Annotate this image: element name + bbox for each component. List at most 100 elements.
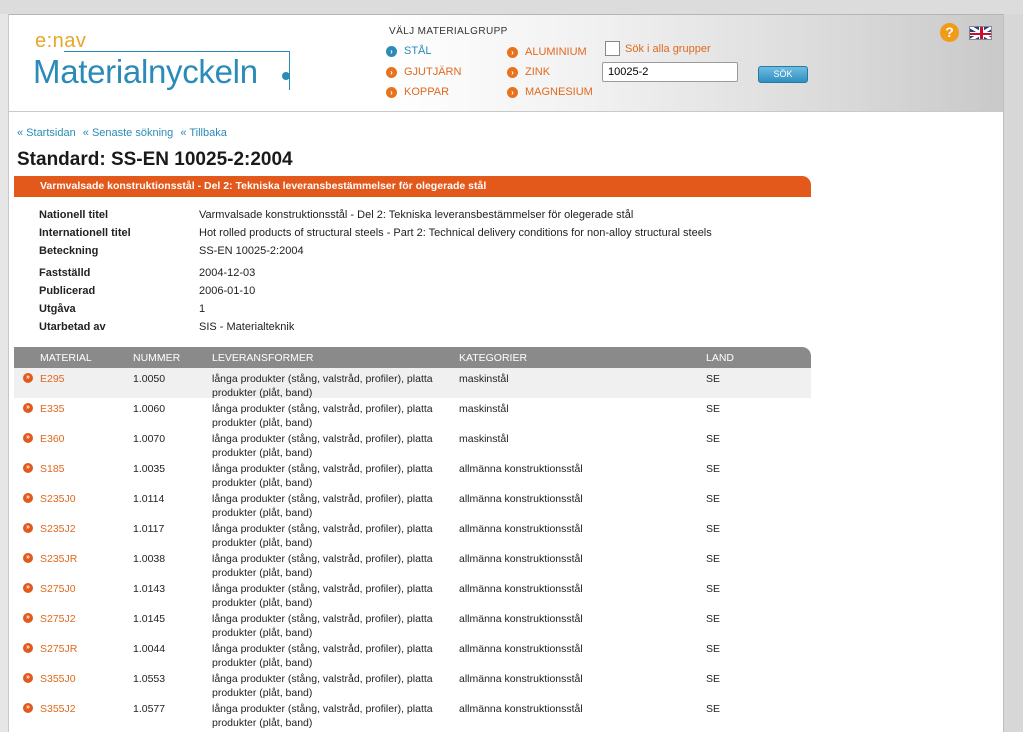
site-header: e:nav Materialnyckeln VÄLJ MATERIALGRUPP… bbox=[9, 15, 1003, 112]
group-koppar[interactable]: › KOPPAR bbox=[386, 86, 449, 98]
material-link[interactable]: E335 bbox=[40, 402, 65, 416]
col-number: NUMMER bbox=[133, 352, 181, 364]
breadcrumb-last-search[interactable]: « Senaste sökning bbox=[83, 127, 174, 139]
delivery-forms: långa produkter (stång, valstråd, profil… bbox=[212, 462, 433, 490]
delivery-forms-line1: långa produkter (stång, valstråd, profil… bbox=[212, 433, 433, 445]
delivery-forms-line2: produkter (plåt, band) bbox=[212, 717, 313, 729]
info-value: Varmvalsade konstruktionsstål - Del 2: T… bbox=[199, 209, 634, 221]
row-arrow-icon[interactable]: » bbox=[23, 373, 33, 383]
row-arrow-icon[interactable]: » bbox=[23, 433, 33, 443]
vertical-scrollbar[interactable] bbox=[1003, 14, 1023, 732]
row-arrow-icon[interactable]: » bbox=[23, 493, 33, 503]
category: maskinstål bbox=[459, 433, 509, 445]
material-number: 1.0553 bbox=[133, 673, 166, 685]
arrow-icon: › bbox=[386, 86, 397, 98]
country: SE bbox=[706, 373, 721, 385]
country: SE bbox=[706, 553, 721, 565]
table-row: » S355J0 1.0553 långa produkter (stång, val… bbox=[14, 668, 811, 699]
info-value: SIS - Materialteknik bbox=[199, 321, 295, 333]
info-value: 2004-12-03 bbox=[199, 267, 256, 279]
material-link[interactable]: S235J2 bbox=[40, 522, 76, 536]
breadcrumb-start[interactable]: « Startsidan bbox=[17, 127, 76, 139]
category: allmänna konstruktionsstål bbox=[459, 553, 583, 565]
delivery-forms-line1: långa produkter (stång, valstråd, profil… bbox=[212, 373, 433, 385]
delivery-forms-line1: långa produkter (stång, valstråd, profil… bbox=[212, 553, 433, 565]
group-label: KOPPAR bbox=[404, 86, 450, 98]
category: allmänna konstruktionsstål bbox=[459, 643, 583, 655]
search-all-groups[interactable]: Sök i alla grupper bbox=[605, 41, 711, 56]
row-arrow-icon[interactable]: » bbox=[23, 523, 33, 533]
window-left-edge bbox=[0, 14, 9, 732]
info-value: 1 bbox=[199, 303, 206, 315]
uk-flag-icon[interactable] bbox=[969, 26, 992, 40]
category: allmänna konstruktionsstål bbox=[459, 583, 583, 595]
group-magnesium[interactable]: › MAGNESIUM bbox=[507, 86, 593, 98]
search-all-checkbox[interactable] bbox=[605, 41, 620, 56]
delivery-forms: långa produkter (stång, valstråd, profil… bbox=[212, 552, 433, 580]
country: SE bbox=[706, 583, 721, 595]
delivery-forms: långa produkter (stång, valstråd, profil… bbox=[212, 702, 433, 730]
row-arrow-icon[interactable]: » bbox=[23, 673, 33, 683]
window-top-edge bbox=[0, 0, 1023, 15]
breadcrumb: « Startsidan « Senaste sökning « Tillbak… bbox=[17, 127, 231, 139]
info-label: Nationell titel bbox=[39, 209, 109, 221]
category: allmänna konstruktionsstål bbox=[459, 493, 583, 505]
delivery-forms: långa produkter (stång, valstråd, profil… bbox=[212, 432, 433, 460]
material-link[interactable]: S275JR bbox=[40, 642, 77, 656]
material-link[interactable]: S235JR bbox=[40, 552, 77, 566]
material-link[interactable]: S355J2 bbox=[40, 702, 76, 716]
delivery-forms: långa produkter (stång, valstråd, profil… bbox=[212, 402, 433, 430]
logo-materialnyckeln[interactable]: Materialnyckeln bbox=[33, 53, 258, 91]
table-row: » S235J0 1.0114 långa produkter (stång, val… bbox=[14, 488, 811, 519]
material-group-title: VÄLJ MATERIALGRUPP bbox=[389, 26, 508, 37]
group-stal[interactable]: › STÅL bbox=[386, 45, 432, 57]
category: allmänna konstruktionsstål bbox=[459, 463, 583, 475]
country: SE bbox=[706, 523, 721, 535]
group-label: STÅL bbox=[404, 45, 432, 57]
delivery-forms-line1: långa produkter (stång, valstråd, profil… bbox=[212, 613, 433, 625]
info-label: Fastställd bbox=[39, 267, 91, 279]
row-arrow-icon[interactable]: » bbox=[23, 553, 33, 563]
material-number: 1.0114 bbox=[133, 493, 165, 505]
material-link[interactable]: E295 bbox=[40, 372, 65, 386]
logo-dot bbox=[282, 72, 290, 80]
row-arrow-icon[interactable]: » bbox=[23, 613, 33, 623]
row-arrow-icon[interactable]: » bbox=[23, 583, 33, 593]
group-zink[interactable]: › ZINK bbox=[507, 66, 550, 78]
group-gjutjarn[interactable]: › GJUTJÄRN bbox=[386, 66, 461, 78]
category: allmänna konstruktionsstål bbox=[459, 703, 583, 715]
info-label: Utgåva bbox=[39, 303, 76, 315]
group-aluminium[interactable]: › ALUMINIUM bbox=[507, 46, 587, 58]
group-label: GJUTJÄRN bbox=[404, 66, 462, 78]
table-row: » S235JR 1.0038 långa produkter (stång, val… bbox=[14, 548, 811, 580]
material-link[interactable]: S185 bbox=[40, 462, 65, 476]
row-arrow-icon[interactable]: » bbox=[23, 643, 33, 653]
arrow-icon: › bbox=[386, 45, 397, 57]
help-icon[interactable]: ? bbox=[940, 23, 959, 42]
breadcrumb-back[interactable]: « Tillbaka bbox=[180, 127, 226, 139]
country: SE bbox=[706, 403, 721, 415]
delivery-forms: långa produkter (stång, valstråd, profil… bbox=[212, 642, 433, 670]
material-link[interactable]: S235J0 bbox=[40, 492, 76, 506]
table-row: » S355J2 1.0577 långa produkter (stång, val… bbox=[14, 698, 811, 730]
material-link[interactable]: S275J2 bbox=[40, 612, 76, 626]
search-input[interactable] bbox=[602, 62, 738, 82]
group-label: MAGNESIUM bbox=[525, 86, 593, 98]
category: allmänna konstruktionsstål bbox=[459, 673, 583, 685]
material-link[interactable]: E360 bbox=[40, 432, 65, 446]
col-country: LAND bbox=[706, 352, 735, 364]
search-button[interactable]: SÖK bbox=[758, 66, 808, 83]
material-number: 1.0145 bbox=[133, 613, 166, 625]
country: SE bbox=[706, 493, 721, 505]
delivery-forms-line1: långa produkter (stång, valstråd, profil… bbox=[212, 463, 433, 475]
col-material: MATERIAL bbox=[40, 352, 92, 364]
row-arrow-icon[interactable]: » bbox=[23, 703, 33, 713]
material-link[interactable]: S275J0 bbox=[40, 582, 76, 596]
material-number: 1.0143 bbox=[133, 583, 166, 595]
page-title: Standard: SS-EN 10025-2:2004 bbox=[17, 149, 293, 170]
table-row: » S185 1.0035 långa produkter (stång, valst… bbox=[14, 458, 811, 490]
row-arrow-icon[interactable]: » bbox=[23, 403, 33, 413]
logo-enav[interactable]: e:nav bbox=[35, 30, 86, 53]
material-link[interactable]: S355J0 bbox=[40, 672, 76, 686]
row-arrow-icon[interactable]: » bbox=[23, 463, 33, 473]
